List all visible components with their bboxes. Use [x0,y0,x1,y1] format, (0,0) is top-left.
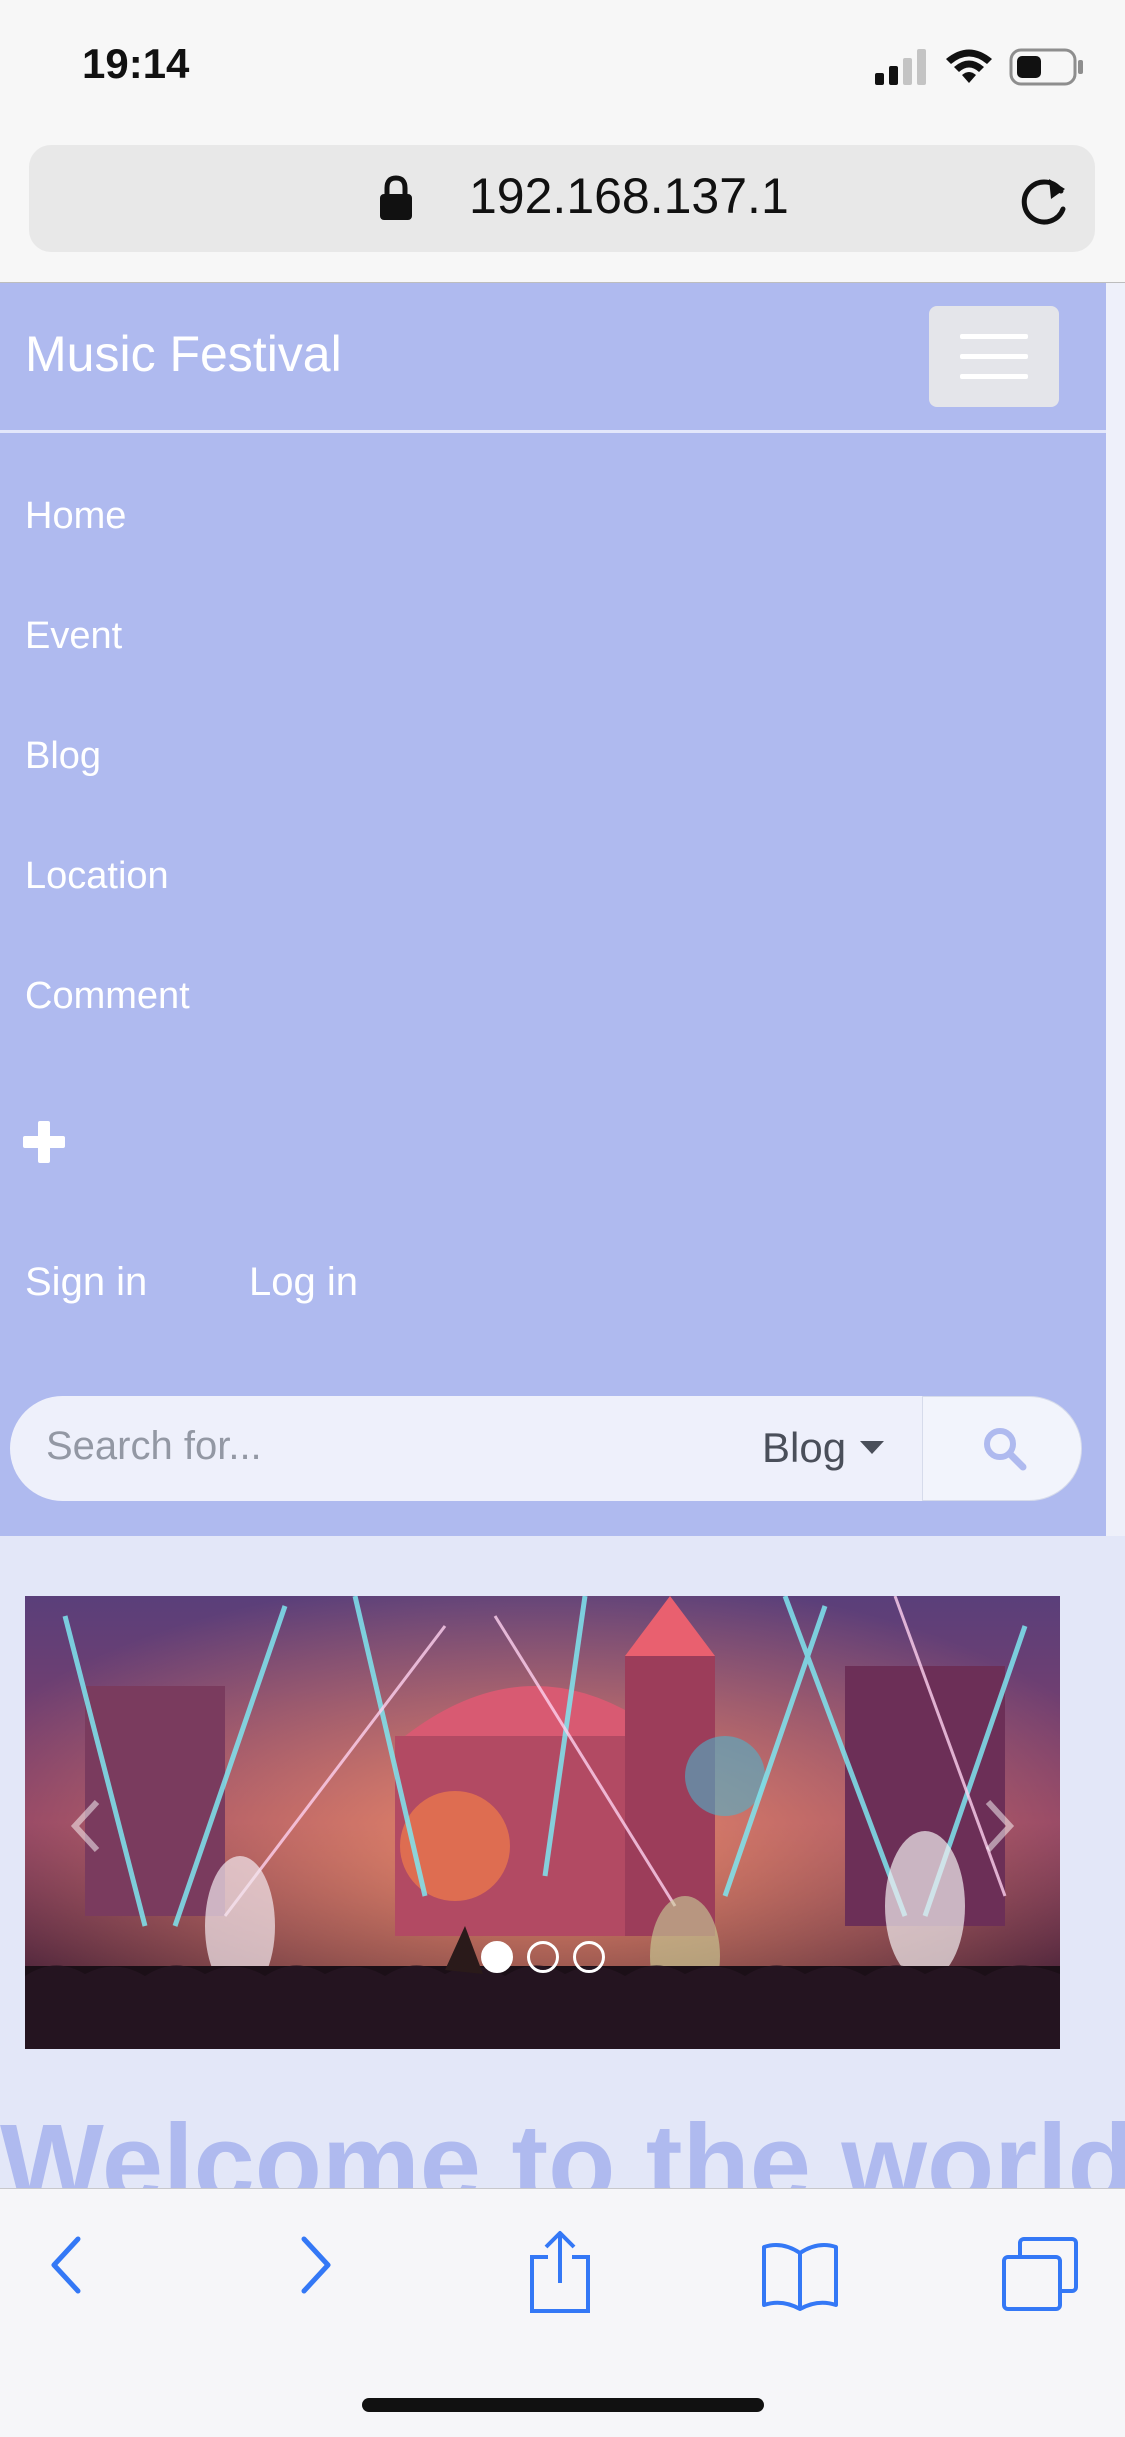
carousel-indicator-3[interactable] [572,1941,605,1973]
reload-icon[interactable] [1017,169,1073,229]
status-time: 19:14 [82,40,190,87]
url-text: 192.168.137.1 [469,168,789,224]
tabs-icon[interactable] [1000,2235,1080,2313]
menu-toggle-button[interactable] [929,306,1059,407]
carousel-next-icon[interactable] [980,1796,1020,1856]
carousel-prev-icon[interactable] [65,1796,105,1856]
hero-carousel[interactable] [25,1596,1060,2049]
sign-in-link[interactable]: Sign in [25,1260,147,1305]
battery-icon [1009,48,1083,86]
nav-item-event[interactable]: Event [25,615,122,658]
caret-down-icon [860,1441,885,1454]
carousel-indicators [25,1941,1060,1973]
site-navbar: Music Festival Home Event Blog Location … [0,283,1106,1536]
address-bar[interactable]: 192.168.137.1 [29,145,1095,252]
forward-icon[interactable] [296,2233,336,2297]
carousel-indicator-1[interactable] [480,1941,513,1973]
lock-icon [380,175,412,220]
wifi-icon [946,49,992,83]
nav-divider [0,430,1106,433]
nav-item-home[interactable]: Home [25,495,126,538]
carousel-indicator-2[interactable] [526,1941,559,1973]
signal-icon [875,49,926,85]
search-bar: Blog [10,1396,1082,1501]
search-button[interactable] [922,1396,1082,1501]
plus-icon[interactable] [23,1121,65,1163]
category-dropdown[interactable]: Blog [762,1424,885,1472]
search-icon [984,1428,1027,1471]
status-icons [875,48,1085,86]
share-icon[interactable] [528,2229,592,2315]
home-indicator [362,2398,764,2412]
nav-item-comment[interactable]: Comment [25,975,190,1018]
back-icon[interactable] [46,2233,86,2297]
status-bar: 19:14 [0,0,1125,140]
log-in-link[interactable]: Log in [249,1260,358,1305]
festival-stage-image [25,1596,1060,2049]
nav-item-blog[interactable]: Blog [25,735,101,778]
brand-logo[interactable]: Music Festival [25,325,342,383]
hamburger-icon [960,334,1028,339]
address-bar-area: 192.168.137.1 [0,140,1125,283]
search-input[interactable] [46,1424,606,1469]
category-label: Blog [762,1424,847,1471]
bookmarks-icon[interactable] [760,2241,840,2311]
nav-item-location[interactable]: Location [25,855,169,898]
